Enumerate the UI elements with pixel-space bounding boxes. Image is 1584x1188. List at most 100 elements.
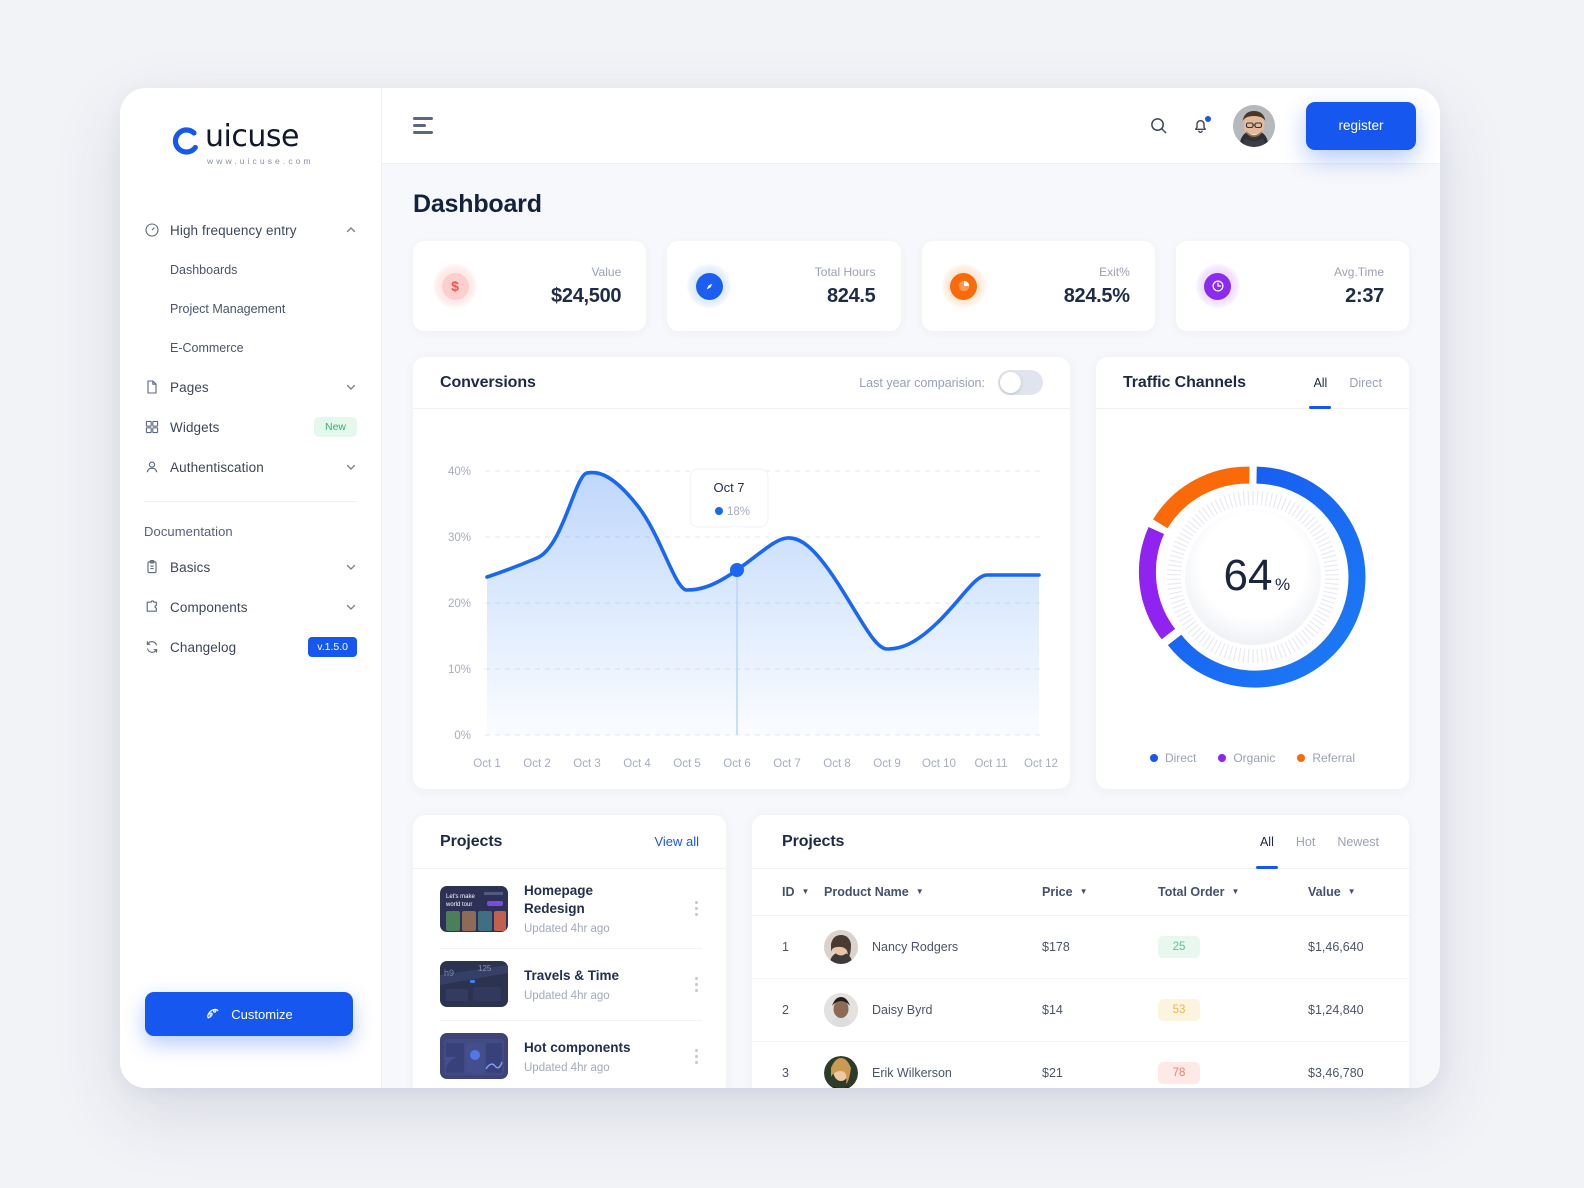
table-row[interactable]: 2 Daisy Byrd $14 53 $1,24,840 xyxy=(752,978,1409,1042)
customize-button[interactable]: Customize xyxy=(145,992,353,1036)
svg-text:h9: h9 xyxy=(444,968,454,978)
sidebar-item-high-frequency-entry[interactable]: High frequency entry xyxy=(120,210,381,250)
legend-dot xyxy=(1297,754,1306,762)
project-name: Hot components xyxy=(524,1039,631,1055)
sidebar-subitem-project-management[interactable]: Project Management xyxy=(120,289,381,328)
chevron-down-icon[interactable] xyxy=(345,381,357,393)
avatar xyxy=(824,930,858,964)
projects-table-header: Projects All Hot Newest xyxy=(752,815,1409,869)
notification-dot xyxy=(1204,115,1212,123)
kpi-card-avg-time[interactable]: Avg.Time 2:37 xyxy=(1175,241,1409,331)
legend-label: Direct xyxy=(1164,751,1197,765)
search-icon[interactable] xyxy=(1149,116,1168,135)
bell-icon[interactable] xyxy=(1191,115,1212,135)
brand-logo[interactable]: uicuse www.uicuse.com xyxy=(120,122,381,166)
sidebar-item-label: Components xyxy=(170,599,248,615)
clipboard-icon xyxy=(144,559,170,575)
status-badge: 25 xyxy=(1158,936,1200,958)
legend-dot xyxy=(1149,754,1158,762)
column-total-order[interactable]: Total Order ▼ xyxy=(1158,869,1308,916)
sort-icon: ▼ xyxy=(801,887,810,896)
last-year-comparison-toggle[interactable] xyxy=(998,370,1043,395)
projects-list-header: Projects View all xyxy=(413,815,726,869)
sidebar-item-label: Widgets xyxy=(170,419,220,435)
cell-id: 1 xyxy=(752,915,824,979)
hamburger-icon[interactable] xyxy=(413,117,433,134)
comparison-label: Last year comparision: xyxy=(859,375,985,390)
more-options-icon[interactable] xyxy=(691,1045,702,1068)
user-icon xyxy=(144,459,170,475)
cell-value: $1,24,840 xyxy=(1308,978,1409,1042)
table-row[interactable]: 1 Nancy Rodgers $178 25 $1,46,640 xyxy=(752,915,1409,979)
sort-icon: ▼ xyxy=(1079,887,1088,896)
kpi-value: $24,500 xyxy=(551,284,622,307)
projects-list-card: Projects View all Let's make world tour xyxy=(413,815,726,1088)
sidebar-item-changelog[interactable]: Changelog v.1.5.0 xyxy=(120,627,381,667)
svg-text:Oct 2: Oct 2 xyxy=(523,758,550,770)
more-options-icon[interactable] xyxy=(691,897,702,920)
cell-product-name: Daisy Byrd xyxy=(824,978,1042,1042)
register-button[interactable]: register xyxy=(1306,101,1416,150)
traffic-donut[interactable]: 64 % xyxy=(1096,409,1409,751)
file-icon xyxy=(144,379,170,395)
compass-icon-halo xyxy=(687,264,732,308)
column-label: ID xyxy=(782,885,795,899)
column-value[interactable]: Value ▼ xyxy=(1308,869,1409,916)
kpi-card-value[interactable]: $ Value $24,500 xyxy=(413,241,647,331)
sidebar-item-authentiscation[interactable]: Authentiscation xyxy=(120,447,381,487)
sidebar-item-widgets[interactable]: Widgets New xyxy=(120,407,381,447)
svg-text:20%: 20% xyxy=(448,598,471,610)
svg-text:125: 125 xyxy=(478,964,492,973)
table-row[interactable]: 3 Erik Wilkerson $21 78 $3,46,780 xyxy=(752,1041,1409,1088)
list-item[interactable]: h9 125 Travels & Time Updated 4hr ago xyxy=(413,948,726,1020)
chevron-down-icon[interactable] xyxy=(345,461,357,473)
bottom-row: Projects View all Let's make world tour xyxy=(413,815,1409,1088)
tab-direct[interactable]: Direct xyxy=(1349,357,1382,408)
kpi-card-exit-percent[interactable]: Exit% 824.5% xyxy=(921,241,1155,331)
charts-row: Conversions Last year comparision: 40% 3… xyxy=(413,357,1409,789)
projects-table-card: Projects All Hot Newest ID ▼ Product Name… xyxy=(752,815,1409,1088)
kpi-value: 824.5% xyxy=(1063,284,1130,307)
sidebar-item-basics[interactable]: Basics xyxy=(120,547,381,587)
tab-hot[interactable]: Hot xyxy=(1296,815,1315,868)
tab-all[interactable]: All xyxy=(1313,357,1327,408)
donut-center-value: 64 xyxy=(1223,551,1272,600)
legend-label: Referral xyxy=(1312,751,1356,765)
more-options-icon[interactable] xyxy=(691,973,702,996)
avatar[interactable] xyxy=(1233,104,1275,147)
project-name: Travels & Time xyxy=(524,967,620,983)
sidebar-subitem-e-commerce[interactable]: E-Commerce xyxy=(120,328,381,367)
column-id[interactable]: ID ▼ xyxy=(752,869,824,916)
sidebar: uicuse www.uicuse.com High frequency ent… xyxy=(120,88,382,1088)
svg-text:Oct 3: Oct 3 xyxy=(573,758,600,770)
sidebar-item-pages[interactable]: Pages xyxy=(120,367,381,407)
chevron-down-icon[interactable] xyxy=(345,601,357,613)
sidebar-item-components[interactable]: Components xyxy=(120,587,381,627)
list-item[interactable]: Let's make world tour Homepage Redesign … xyxy=(413,869,726,948)
column-product-name[interactable]: Product Name ▼ xyxy=(824,869,1042,916)
sidebar-item-label: Basics xyxy=(170,559,211,575)
kpi-card-total-hours[interactable]: Total Hours 824.5 xyxy=(667,241,901,331)
view-all-link[interactable]: View all xyxy=(654,834,699,849)
projects-table-tabs: All Hot Newest xyxy=(1260,815,1379,868)
svg-text:0%: 0% xyxy=(454,730,471,742)
chevron-up-icon[interactable] xyxy=(345,224,357,236)
svg-text:Oct 4: Oct 4 xyxy=(623,758,651,770)
product-name-label: Daisy Byrd xyxy=(872,1003,933,1017)
kpi-label: Total Hours xyxy=(814,264,876,279)
sort-icon: ▼ xyxy=(1347,887,1356,896)
sidebar-subitem-dashboards[interactable]: Dashboards xyxy=(120,250,381,289)
toggle-knob xyxy=(1000,372,1021,393)
chevron-down-icon[interactable] xyxy=(345,561,357,573)
product-name-label: Nancy Rodgers xyxy=(872,940,959,954)
kpi-label: Value xyxy=(591,264,622,279)
column-price[interactable]: Price ▼ xyxy=(1042,869,1158,916)
tab-newest[interactable]: Newest xyxy=(1337,815,1379,868)
customize-label: Customize xyxy=(231,1006,293,1022)
tab-all[interactable]: All xyxy=(1260,815,1274,868)
project-name: Homepage Redesign xyxy=(524,883,594,917)
conversions-chart[interactable]: 40% 30% 20% 10% 0% Oct 7 18% Oct 1 Oct 2… xyxy=(413,409,1070,794)
grid-icon xyxy=(144,419,170,435)
list-item[interactable]: Hot components Updated 4hr ago xyxy=(413,1020,726,1088)
legend-label: Organic xyxy=(1233,751,1276,765)
